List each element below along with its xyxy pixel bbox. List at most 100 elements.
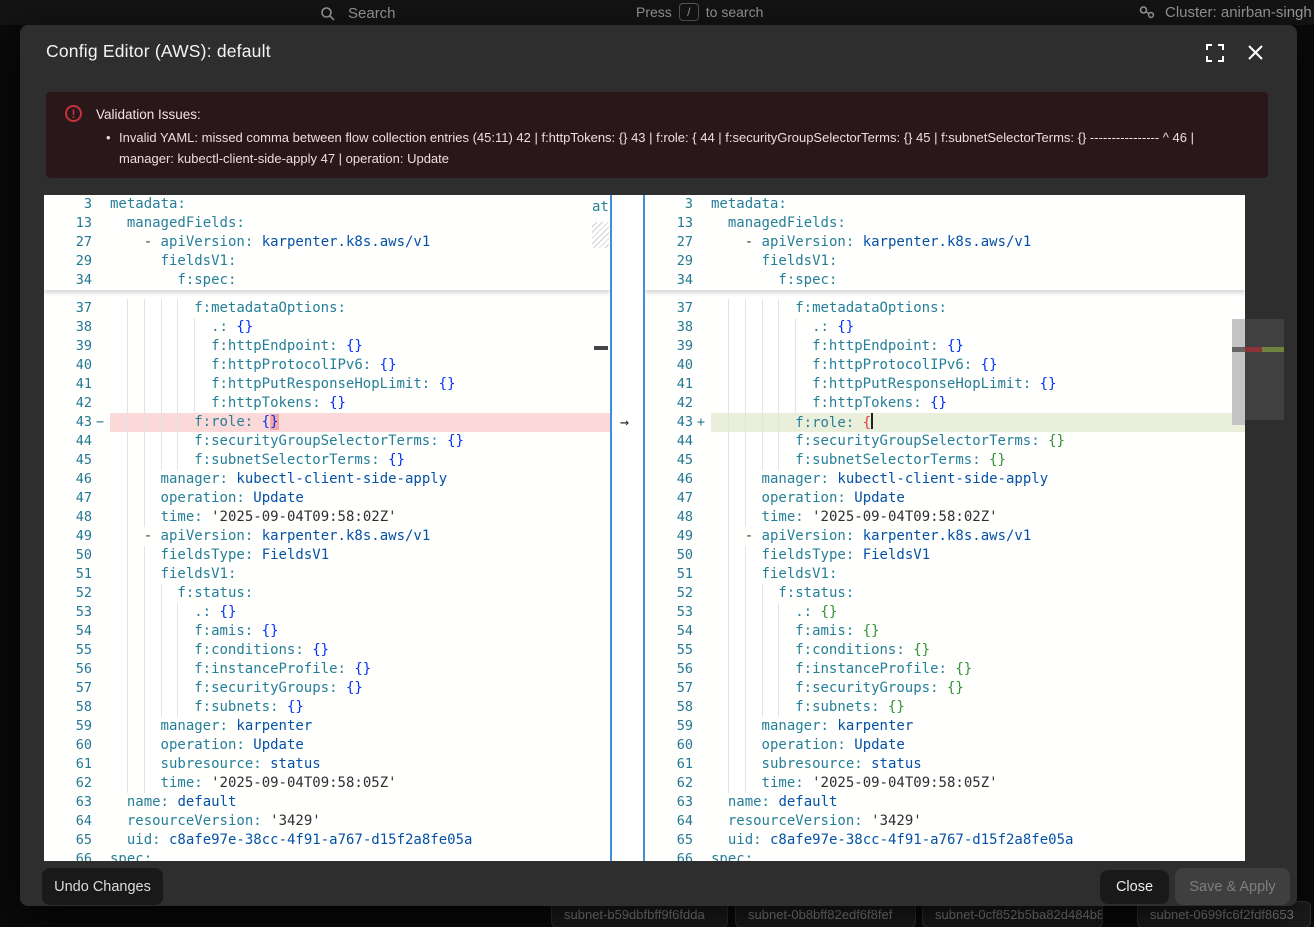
fullscreen-button[interactable] (1204, 42, 1226, 64)
code-line[interactable]: 47operation: Update (44, 489, 610, 508)
diff-sash[interactable]: → (610, 195, 645, 861)
line-number: 27 (44, 233, 110, 252)
code-line[interactable]: 41f:httpPutResponseHopLimit: {} (44, 375, 610, 394)
code-line[interactable]: 52f:status: (44, 584, 610, 603)
code-line[interactable]: 38.: {} (645, 318, 1245, 337)
code-line[interactable]: 44f:securityGroupSelectorTerms: {} (645, 432, 1245, 451)
code-line[interactable]: 60operation: Update (44, 736, 610, 755)
scrollbar-diff-marker (1232, 347, 1245, 352)
code-line[interactable]: 27- apiVersion: karpenter.k8s.aws/v1 (44, 233, 610, 252)
undo-changes-button[interactable]: Undo Changes (42, 868, 163, 905)
code-line[interactable]: 45f:subnetSelectorTerms: {} (44, 451, 610, 470)
scrollbar-slider[interactable] (1232, 319, 1245, 425)
code-line[interactable]: 50fieldsType: FieldsV1 (645, 546, 1245, 565)
fullscreen-icon (1206, 44, 1224, 62)
code-line[interactable]: 48time: '2025-09-04T09:58:02Z' (645, 508, 1245, 527)
code-line[interactable]: 42f:httpTokens: {} (645, 394, 1245, 413)
code-line[interactable]: 63name: default (645, 793, 1245, 812)
code-line[interactable]: 54f:amis: {} (645, 622, 1245, 641)
code-line[interactable]: 41f:httpPutResponseHopLimit: {} (645, 375, 1245, 394)
diff-original-pane[interactable]: 3metadata:13managedFields:27- apiVersion… (44, 195, 610, 861)
code-line[interactable]: 49- apiVersion: karpenter.k8s.aws/v1 (44, 527, 610, 546)
yaml-diff-editor[interactable]: 3metadata:13managedFields:27- apiVersion… (44, 195, 1245, 861)
code-line[interactable]: 62time: '2025-09-04T09:58:05Z' (645, 774, 1245, 793)
code-line[interactable]: 43+f:role: { (645, 413, 1245, 432)
code-line[interactable]: 66spec: (645, 850, 1245, 861)
code-line[interactable]: 43−f:role: {} (44, 413, 610, 432)
error-icon: ! (65, 105, 82, 122)
code-line[interactable]: 34f:spec: (645, 271, 1245, 290)
code-line[interactable]: 62time: '2025-09-04T09:58:05Z' (44, 774, 610, 793)
line-number: 62 (645, 774, 711, 793)
code-line[interactable]: 45f:subnetSelectorTerms: {} (645, 451, 1245, 470)
line-number: 40 (645, 356, 711, 375)
code-line[interactable]: 29fieldsV1: (44, 252, 610, 271)
save-apply-button[interactable]: Save & Apply (1175, 868, 1290, 905)
code-line[interactable]: 47operation: Update (645, 489, 1245, 508)
code-line[interactable]: 66spec: (44, 850, 610, 861)
close-button[interactable]: Close (1100, 870, 1169, 904)
code-line[interactable]: 46manager: kubectl-client-side-apply (645, 470, 1245, 489)
code-line[interactable]: 64resourceVersion: '3429' (645, 812, 1245, 831)
line-number: 64 (44, 812, 110, 831)
global-search[interactable]: Search (320, 5, 396, 22)
code-line[interactable]: 58f:subnets: {} (645, 698, 1245, 717)
code-line[interactable]: 3metadata: (645, 195, 1245, 214)
line-number: 41 (44, 375, 110, 394)
code-line[interactable]: 55f:conditions: {} (44, 641, 610, 660)
code-line[interactable]: 29fieldsV1: (645, 252, 1245, 271)
cluster-chooser[interactable]: Cluster: anirban-singh (1138, 3, 1312, 21)
code-line[interactable]: 42f:httpTokens: {} (44, 394, 610, 413)
code-line[interactable]: 60operation: Update (645, 736, 1245, 755)
code-line[interactable]: 27- apiVersion: karpenter.k8s.aws/v1 (645, 233, 1245, 252)
diff-modified-pane[interactable]: 3metadata:13managedFields:27- apiVersion… (645, 195, 1245, 861)
code-line[interactable]: 51fieldsV1: (645, 565, 1245, 584)
code-line[interactable]: 39f:httpEndpoint: {} (44, 337, 610, 356)
code-line[interactable]: 56f:instanceProfile: {} (645, 660, 1245, 679)
code-line[interactable]: 44f:securityGroupSelectorTerms: {} (44, 432, 610, 451)
code-line[interactable]: 13managedFields: (44, 214, 610, 233)
code-line[interactable]: 63name: default (44, 793, 610, 812)
line-number: 49 (645, 527, 711, 546)
code-line[interactable]: 49- apiVersion: karpenter.k8s.aws/v1 (645, 527, 1245, 546)
code-line[interactable]: 37f:metadataOptions: (645, 299, 1245, 318)
code-line[interactable]: 51fieldsV1: (44, 565, 610, 584)
code-line[interactable]: 59manager: karpenter (44, 717, 610, 736)
code-line[interactable]: 13managedFields: (645, 214, 1245, 233)
code-line[interactable]: 52f:status: (645, 584, 1245, 603)
line-number: 54 (44, 622, 110, 641)
code-line[interactable]: 3metadata: (44, 195, 610, 214)
code-line[interactable]: 54f:amis: {} (44, 622, 610, 641)
code-line[interactable]: 57f:securityGroups: {} (645, 679, 1245, 698)
revert-change-arrow[interactable]: → (620, 413, 629, 432)
code-line[interactable]: 40f:httpProtocolIPv6: {} (44, 356, 610, 375)
diff-overview-ruler[interactable] (1245, 195, 1294, 861)
code-line[interactable]: 65uid: c8afe97e-38cc-4f91-a767-d15f2a8fe… (645, 831, 1245, 850)
code-line[interactable]: 37f:metadataOptions: (44, 299, 610, 318)
code-line[interactable]: 61subresource: status (645, 755, 1245, 774)
code-line[interactable]: 40f:httpProtocolIPv6: {} (645, 356, 1245, 375)
editor-vertical-scrollbar[interactable] (1232, 195, 1245, 861)
code-line[interactable]: 64resourceVersion: '3429' (44, 812, 610, 831)
code-line[interactable]: 57f:securityGroups: {} (44, 679, 610, 698)
code-line[interactable]: 65uid: c8afe97e-38cc-4f91-a767-d15f2a8fe… (44, 831, 610, 850)
code-line[interactable]: 50fieldsType: FieldsV1 (44, 546, 610, 565)
code-line[interactable]: 46manager: kubectl-client-side-apply (44, 470, 610, 489)
line-number: 63 (645, 793, 711, 812)
close-dialog-button[interactable] (1244, 41, 1266, 63)
code-line[interactable]: 56f:instanceProfile: {} (44, 660, 610, 679)
code-line[interactable]: 38.: {} (44, 318, 610, 337)
code-line[interactable]: 39f:httpEndpoint: {} (645, 337, 1245, 356)
code-line[interactable]: 61subresource: status (44, 755, 610, 774)
code-line[interactable]: 34f:spec: (44, 271, 610, 290)
code-line[interactable]: 48time: '2025-09-04T09:58:02Z' (44, 508, 610, 527)
line-number: 3 (645, 195, 711, 214)
code-line[interactable]: 53.: {} (645, 603, 1245, 622)
line-number: 48 (645, 508, 711, 527)
code-line[interactable]: 59manager: karpenter (645, 717, 1245, 736)
line-number: 52 (645, 584, 711, 603)
code-line[interactable]: 58f:subnets: {} (44, 698, 610, 717)
code-line[interactable]: 53.: {} (44, 603, 610, 622)
code-line[interactable]: 55f:conditions: {} (645, 641, 1245, 660)
line-number: 39 (645, 337, 711, 356)
